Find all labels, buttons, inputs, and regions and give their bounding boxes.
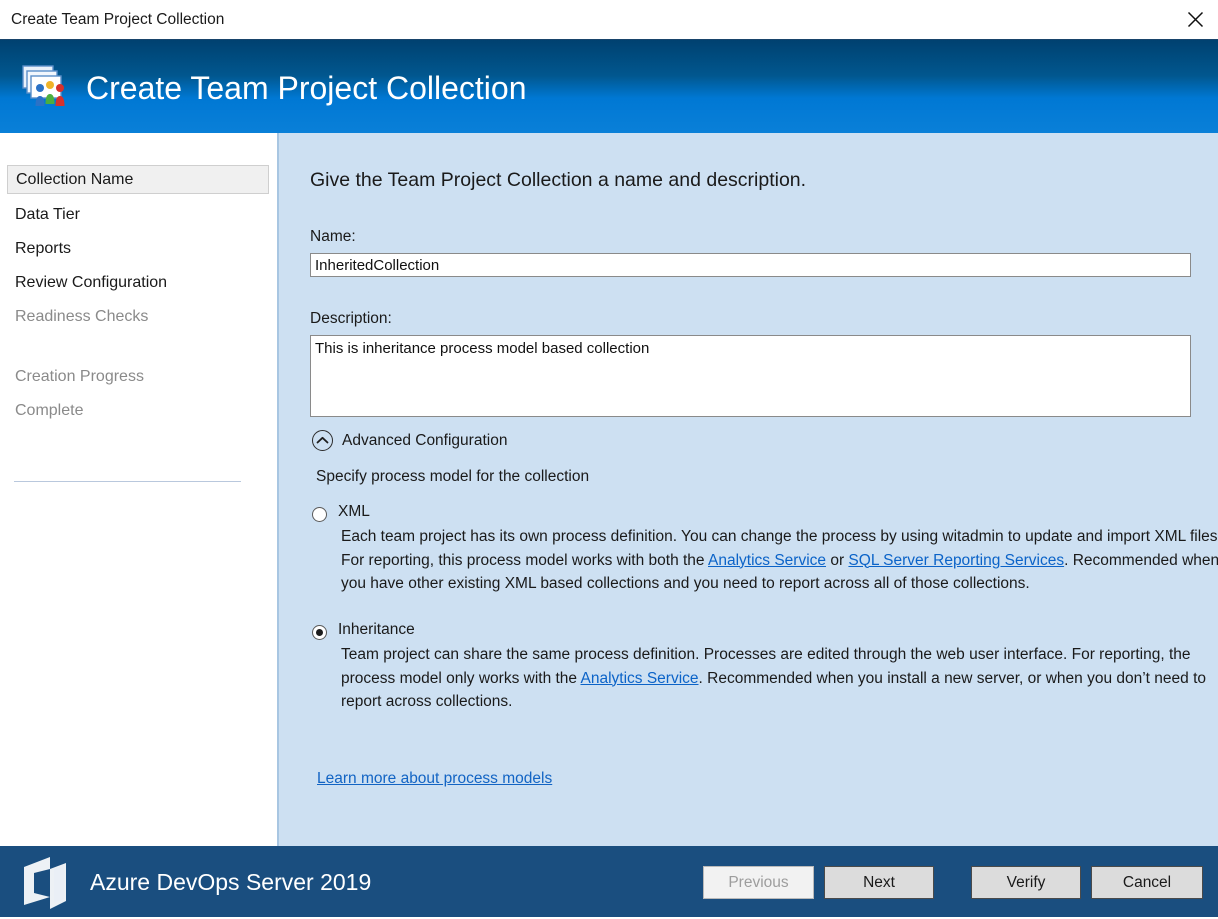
page-heading: Give the Team Project Collection a name …: [310, 169, 806, 192]
next-button[interactable]: Next: [824, 866, 934, 899]
description-label: Description:: [310, 310, 392, 328]
sidebar-item-readiness-checks: Readiness Checks: [7, 302, 269, 331]
radio-xml[interactable]: [312, 507, 327, 522]
process-model-option-xml: XML Each team project has its own proces…: [310, 503, 1200, 633]
team-project-collection-icon: [20, 64, 72, 110]
cancel-button[interactable]: Cancel: [1091, 866, 1203, 899]
sidebar-item-collection-name[interactable]: Collection Name: [7, 165, 269, 194]
learn-more-link[interactable]: Learn more about process models: [317, 770, 552, 788]
description-textarea[interactable]: [310, 335, 1191, 417]
sql-server-reporting-services-link[interactable]: SQL Server Reporting Services: [848, 552, 1064, 569]
close-button[interactable]: [1172, 0, 1218, 38]
radio-inheritance-label[interactable]: Inheritance: [338, 621, 415, 639]
sidebar-item-review-configuration[interactable]: Review Configuration: [7, 268, 269, 297]
sidebar-divider: [14, 481, 241, 482]
azure-devops-logo-icon: [14, 853, 76, 913]
window-titlebar: Create Team Project Collection: [0, 0, 1218, 39]
advanced-configuration-label: Advanced Configuration: [342, 432, 507, 450]
process-model-subtitle: Specify process model for the collection: [316, 468, 589, 486]
verify-button[interactable]: Verify: [971, 866, 1081, 899]
chevron-up-icon: [312, 430, 333, 451]
sidebar-item-reports[interactable]: Reports: [7, 234, 269, 263]
wizard-sidebar: Collection Name Data Tier Reports Review…: [0, 133, 279, 846]
xml-desc-text-2: or: [826, 552, 848, 569]
previous-button: Previous: [703, 866, 814, 899]
radio-inheritance-description: Team project can share the same process …: [341, 643, 1218, 714]
main-panel: Give the Team Project Collection a name …: [279, 133, 1218, 846]
sidebar-item-complete: Complete: [7, 396, 269, 425]
analytics-service-link-2[interactable]: Analytics Service: [581, 670, 699, 687]
sidebar-item-data-tier[interactable]: Data Tier: [7, 200, 269, 229]
radio-inheritance[interactable]: [312, 625, 327, 640]
header-banner: Create Team Project Collection: [0, 39, 1218, 134]
name-label: Name:: [310, 228, 356, 246]
analytics-service-link[interactable]: Analytics Service: [708, 552, 826, 569]
radio-xml-label[interactable]: XML: [338, 503, 370, 521]
process-model-option-inheritance: Inheritance Team project can share the s…: [310, 621, 1200, 731]
product-name: Azure DevOps Server 2019: [90, 846, 371, 917]
advanced-configuration-toggle[interactable]: Advanced Configuration: [312, 430, 507, 451]
name-input[interactable]: [310, 253, 1191, 277]
window-title: Create Team Project Collection: [11, 0, 224, 39]
header-title: Create Team Project Collection: [86, 40, 527, 134]
close-icon: [1187, 11, 1204, 28]
sidebar-item-creation-progress: Creation Progress: [7, 362, 269, 391]
radio-xml-description: Each team project has its own process de…: [341, 525, 1218, 596]
